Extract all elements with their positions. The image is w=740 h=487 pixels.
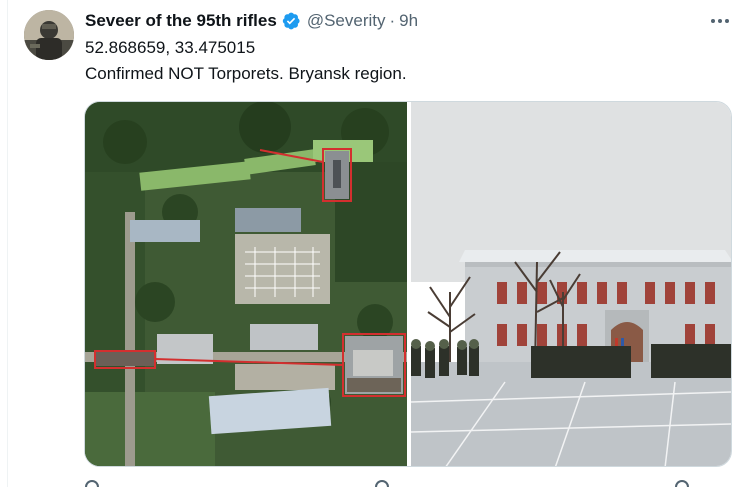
timestamp[interactable]: 9h xyxy=(399,11,418,31)
separator-dot: · xyxy=(389,11,396,30)
handle[interactable]: @Severity xyxy=(307,11,386,31)
avatar-image xyxy=(24,10,74,60)
share-icon[interactable] xyxy=(675,480,689,487)
satellite-photo[interactable] xyxy=(85,102,407,467)
more-options-icon[interactable] xyxy=(706,9,734,33)
barracks-photo[interactable] xyxy=(410,102,732,467)
tweet-text-caption: Confirmed NOT Torporets. Bryansk region. xyxy=(85,64,407,83)
reply-icon[interactable] xyxy=(85,480,99,487)
retweet-icon[interactable] xyxy=(375,480,389,487)
tweet-text-coordinates: 52.868659, 33.475015 xyxy=(85,38,256,57)
media-grid xyxy=(84,101,732,467)
verified-badge-icon[interactable] xyxy=(281,11,301,31)
avatar[interactable] xyxy=(24,10,74,60)
tweet-actions xyxy=(85,480,725,487)
tweet-header: Seveer of the 95th rifles @Severity · 9h xyxy=(85,9,418,33)
display-name[interactable]: Seveer of the 95th rifles xyxy=(85,11,277,31)
tweet[interactable]: Seveer of the 95th rifles @Severity · 9h… xyxy=(0,0,740,487)
